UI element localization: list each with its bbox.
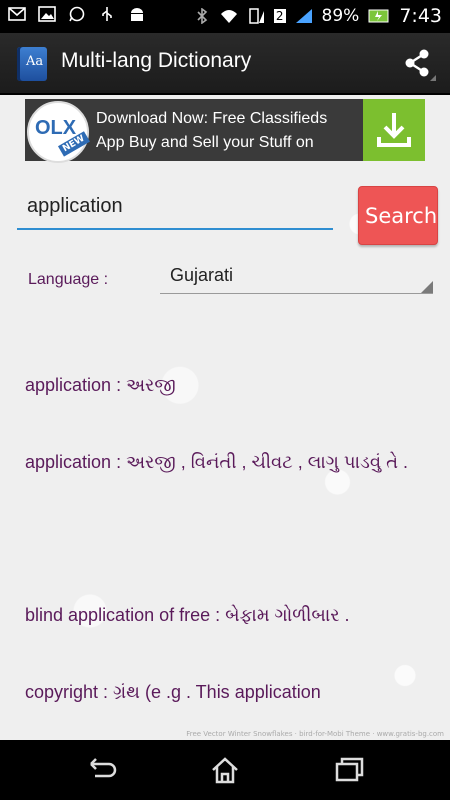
- background-credit: Free Vector Winter Snowflakes · bird-for…: [186, 730, 444, 738]
- back-icon[interactable]: [83, 754, 119, 786]
- search-input[interactable]: [17, 188, 333, 230]
- search-button[interactable]: Search: [358, 186, 438, 245]
- ad-download-button[interactable]: [363, 99, 425, 161]
- app-icon-text: Aa: [26, 54, 44, 69]
- app-icon[interactable]: Aa: [17, 47, 47, 81]
- language-label: Language :: [28, 271, 109, 288]
- navigation-bar: [0, 740, 450, 800]
- app-title: Multi-lang Dictionary: [61, 49, 252, 72]
- clock: 7:43: [399, 5, 442, 27]
- ad-banner[interactable]: OLX NEW Download Now: Free Classifieds A…: [25, 99, 425, 163]
- ad-text: Download Now: Free Classifieds App Buy a…: [96, 110, 328, 151]
- sim1-signal-icon: [249, 8, 264, 24]
- dropdown-icon: [421, 281, 433, 293]
- action-bar: Aa Multi-lang Dictionary: [0, 33, 450, 95]
- battery-percent: 89%: [321, 6, 360, 26]
- language-select[interactable]: Gujarati: [160, 257, 433, 294]
- notification-icons: [8, 6, 146, 22]
- share-icon[interactable]: [400, 45, 436, 81]
- content-area: OLX NEW Download Now: Free Classifieds A…: [0, 95, 450, 740]
- sim-slot-number: 2: [273, 9, 286, 23]
- result-item: copyright : ગ્રંથ (e .g . This applicati…: [25, 682, 321, 702]
- sim2-signal-icon: [295, 9, 312, 23]
- result-item: blind application of free : બેફામ ગોળીબા…: [25, 605, 350, 625]
- language-selected: Gujarati: [170, 265, 234, 285]
- battery-charging-icon: [368, 9, 389, 23]
- bluetooth-icon: [197, 8, 208, 24]
- olx-logo: OLX NEW: [27, 101, 90, 163]
- whatsapp-icon: [69, 6, 85, 22]
- result-item: application : અરજી: [25, 375, 176, 395]
- image-icon: [38, 6, 56, 22]
- recent-apps-icon[interactable]: [331, 754, 367, 786]
- wifi-icon: [220, 10, 237, 23]
- result-item: application : અરજી , વિનંતી , ચીવટ , લાગ…: [25, 452, 409, 472]
- download-icon: [377, 113, 411, 147]
- android-icon: [131, 8, 143, 21]
- usb-icon: [102, 7, 112, 21]
- system-icons: 2 89% 7:43: [193, 5, 442, 27]
- home-icon[interactable]: [207, 754, 243, 786]
- status-bar: 2 89% 7:43: [0, 0, 450, 33]
- gmail-icon: [8, 7, 26, 21]
- olx-logo-text: OLX: [35, 117, 77, 139]
